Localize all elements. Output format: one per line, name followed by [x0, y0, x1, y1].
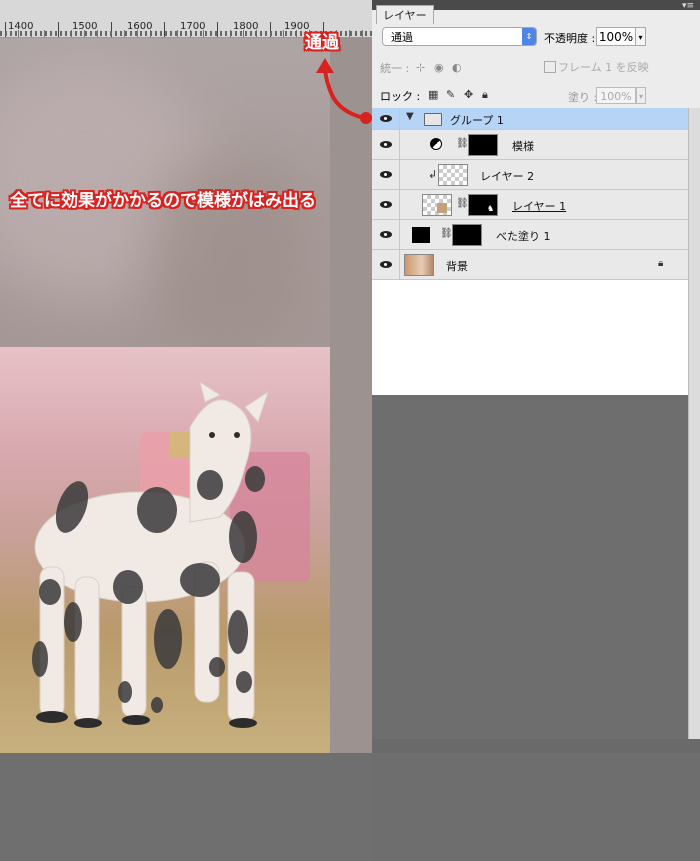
annotation-arrow	[316, 58, 372, 124]
annotation-main: 全てに効果がかかるので模様がはみ出る	[10, 191, 316, 211]
annotation-top: 通過	[305, 33, 339, 53]
